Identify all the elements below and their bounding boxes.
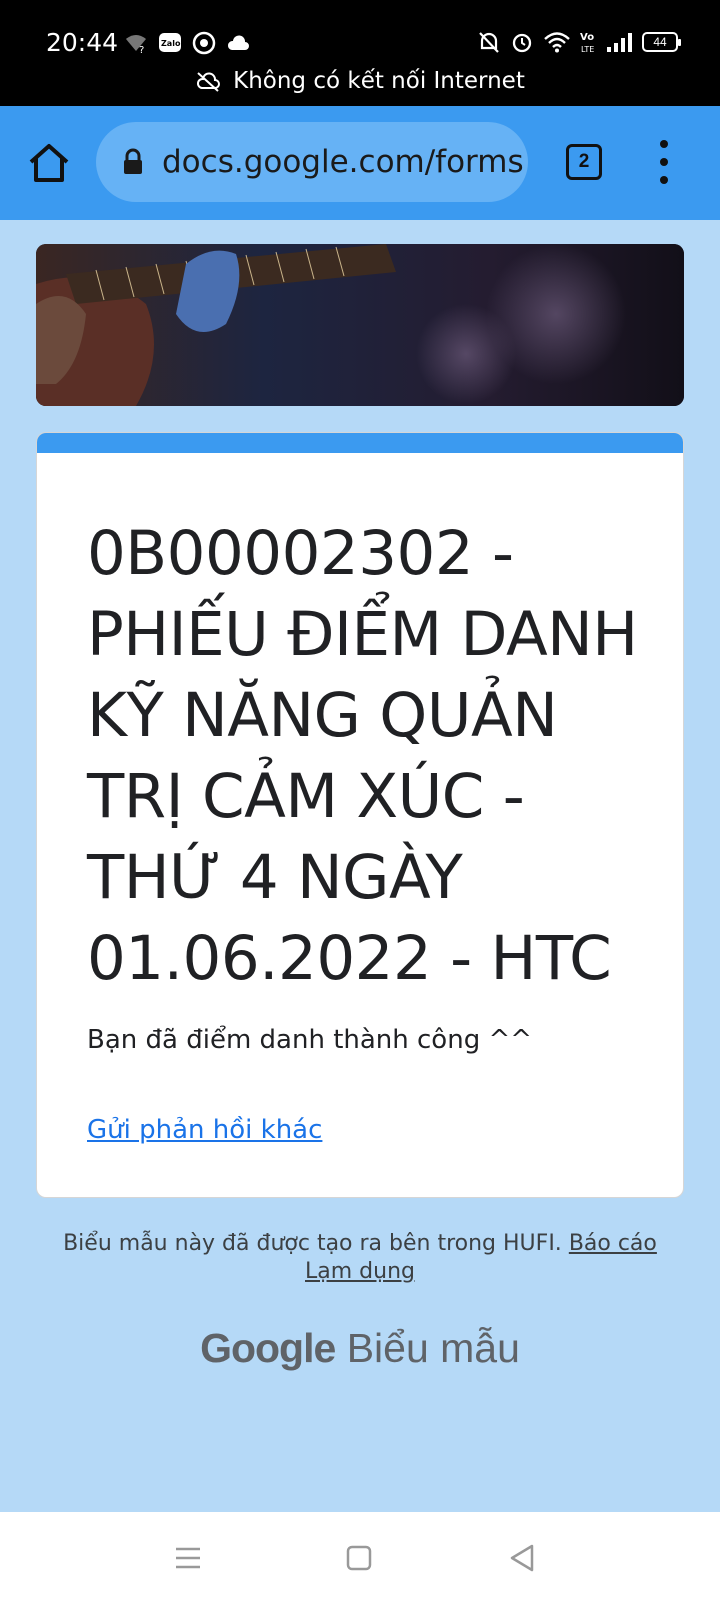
wifi-unknown-icon: ? [124, 32, 148, 54]
battery-icon: 44 [642, 32, 681, 52]
card-accent-bar [37, 433, 683, 453]
home-icon [29, 144, 69, 182]
google-wordmark: Google [200, 1325, 336, 1371]
browser-toolbar: docs.google.com/forms 2 [0, 106, 720, 220]
lock-icon [122, 148, 144, 176]
svg-text:Zalo: Zalo [161, 39, 181, 48]
recents-icon [176, 1547, 200, 1569]
zalo-icon: Zalo [158, 32, 182, 54]
home-nav-button[interactable] [341, 1540, 377, 1576]
svg-text:LTE: LTE [581, 45, 594, 54]
svg-text:Vo: Vo [580, 32, 594, 43]
tabs-button[interactable]: 2 [566, 144, 602, 180]
home-button[interactable] [26, 140, 72, 186]
url-text: docs.google.com/forms [162, 144, 524, 180]
notification-icons: ? Zalo [124, 31, 250, 55]
system-navigation-bar [0, 1512, 720, 1600]
system-icons: Vo LTE 44 [478, 30, 681, 54]
signal-icon [606, 31, 632, 53]
footer-note-text: Biểu mẫu này đã được tạo ra bên trong HU… [63, 1231, 562, 1256]
back-button[interactable] [504, 1540, 540, 1576]
status-bar: 20:44 ? Zalo Vo LTE 44 Không có kết nối … [0, 0, 720, 106]
forms-wordmark: Biểu mẫu [346, 1325, 520, 1371]
battery-level: 44 [653, 35, 667, 49]
volte-icon: Vo LTE [580, 30, 596, 54]
clock: 20:44 [46, 28, 119, 57]
svg-text:?: ? [139, 45, 144, 54]
google-forms-logo[interactable]: Google Biểu mẫu [0, 1325, 720, 1372]
header-banner-image [36, 244, 684, 406]
cloud-icon [226, 34, 250, 52]
cloud-off-icon [195, 70, 221, 92]
recents-button[interactable] [170, 1540, 206, 1576]
confirmation-message: Bạn đã điểm danh thành công ^^ [87, 1025, 533, 1055]
compass-icon [192, 31, 216, 55]
address-bar[interactable]: docs.google.com/forms [96, 122, 528, 202]
form-response-card: 0B00002302 - PHIẾU ĐIỂM DANH KỸ NĂNG QUẢ… [36, 432, 684, 1198]
back-icon [510, 1544, 534, 1572]
submit-another-response-link[interactable]: Gửi phản hồi khác [87, 1115, 322, 1145]
tab-count: 2 [578, 151, 590, 172]
network-notice-text: Không có kết nối Internet [233, 68, 525, 94]
network-notice: Không có kết nối Internet [0, 68, 720, 94]
more-vert-icon[interactable] [652, 140, 676, 184]
mute-icon [478, 30, 500, 54]
footer-note: Biểu mẫu này đã được tạo ra bên trong HU… [60, 1230, 660, 1286]
form-title: 0B00002302 - PHIẾU ĐIỂM DANH KỸ NĂNG QUẢ… [87, 518, 638, 994]
home-square-icon [346, 1545, 372, 1571]
alarm-icon [510, 30, 534, 54]
wifi-icon [544, 31, 570, 53]
